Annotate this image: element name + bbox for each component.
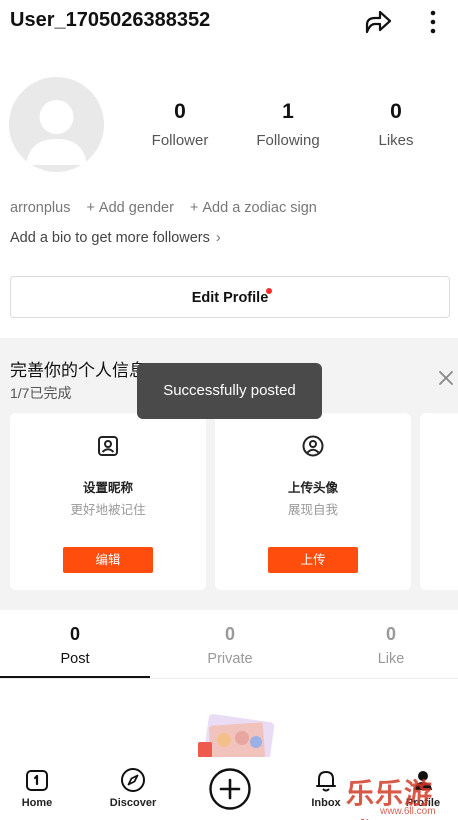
completion-card-nickname: 设置昵称 更好地被记住 编辑 [10, 413, 206, 590]
stat-following[interactable]: 1 Following [233, 100, 343, 149]
completion-card-partial [420, 413, 458, 590]
id-card-icon [98, 436, 118, 456]
likes-count: 0 [390, 100, 402, 123]
nav-home[interactable]: Home [2, 767, 72, 809]
share-icon[interactable] [361, 6, 395, 38]
likes-label: Likes [378, 132, 414, 149]
completion-title: 完善你的个人信息 [10, 361, 146, 380]
following-count: 1 [282, 100, 294, 123]
nav-home-label: Home [21, 797, 53, 809]
post-label: Post [60, 651, 90, 667]
profile-header: User_1705026388352 [0, 0, 458, 46]
private-label: Private [207, 651, 253, 667]
bell-icon [316, 771, 336, 792]
add-gender-link[interactable]: + Add gender [86, 200, 173, 216]
tab-divider [0, 678, 458, 679]
like-count: 0 [385, 624, 396, 644]
avatar[interactable] [9, 77, 104, 172]
create-post-button[interactable] [208, 767, 252, 811]
tab-post[interactable]: 0 Post [0, 624, 150, 667]
notification-dot [266, 288, 272, 294]
card-title: 上传头像 [287, 481, 338, 495]
nav-discover[interactable]: Discover [98, 767, 168, 809]
stat-follower[interactable]: 0 Follower [125, 100, 235, 149]
empty-state-illustration [198, 714, 275, 760]
add-bio-link[interactable]: Add a bio to get more followers › [10, 230, 221, 246]
close-icon[interactable] [436, 368, 456, 388]
edit-profile-label: Edit Profile [191, 290, 269, 306]
card-description: 展现自我 [287, 503, 338, 517]
like-label: Like [377, 651, 405, 667]
following-label: Following [256, 132, 320, 149]
stat-likes[interactable]: 0 Likes [341, 100, 451, 149]
card-title: 设置昵称 [82, 481, 133, 495]
chevron-right-icon: › [215, 230, 221, 246]
edit-profile-button[interactable]: Edit Profile [10, 276, 450, 318]
completion-progress: 1/7已完成 [10, 385, 72, 401]
card-description: 更好地被记住 [70, 503, 146, 517]
completion-card-avatar: 上传头像 展现自我 上传 [215, 413, 411, 590]
follower-label: Follower [151, 132, 209, 149]
post-count: 0 [69, 624, 80, 644]
tab-like[interactable]: 0 Like [316, 624, 458, 667]
upload-avatar-button[interactable]: 上传 [268, 547, 358, 573]
add-zodiac-label: Add a zodiac sign [202, 200, 317, 216]
avatar-circle-icon [302, 435, 324, 457]
nav-discover-label: Discover [109, 797, 157, 809]
follower-count: 0 [174, 100, 186, 123]
private-count: 0 [224, 624, 235, 644]
compass-icon [121, 768, 145, 792]
site-watermark-url: www.6ll.com [380, 806, 436, 817]
profile-meta-row: arronplus + Add gender + Add a zodiac sign [10, 200, 317, 216]
tab-private[interactable]: 0 Private [155, 624, 305, 667]
plus-icon: + [189, 200, 199, 216]
edit-nickname-button[interactable]: 编辑 [63, 547, 153, 573]
bio-text: Add a bio to get more followers [10, 230, 210, 246]
username-title: User_1705026388352 [10, 9, 211, 31]
more-vertical-icon[interactable] [421, 7, 445, 37]
add-zodiac-link[interactable]: + Add a zodiac sign [190, 200, 317, 216]
home-icon [26, 770, 48, 791]
add-gender-label: Add gender [98, 200, 174, 216]
default-avatar-icon [26, 100, 87, 165]
user-handle: arronplus [10, 200, 71, 216]
toast-message: Successfully posted [137, 363, 322, 419]
plus-icon: + [86, 200, 95, 216]
